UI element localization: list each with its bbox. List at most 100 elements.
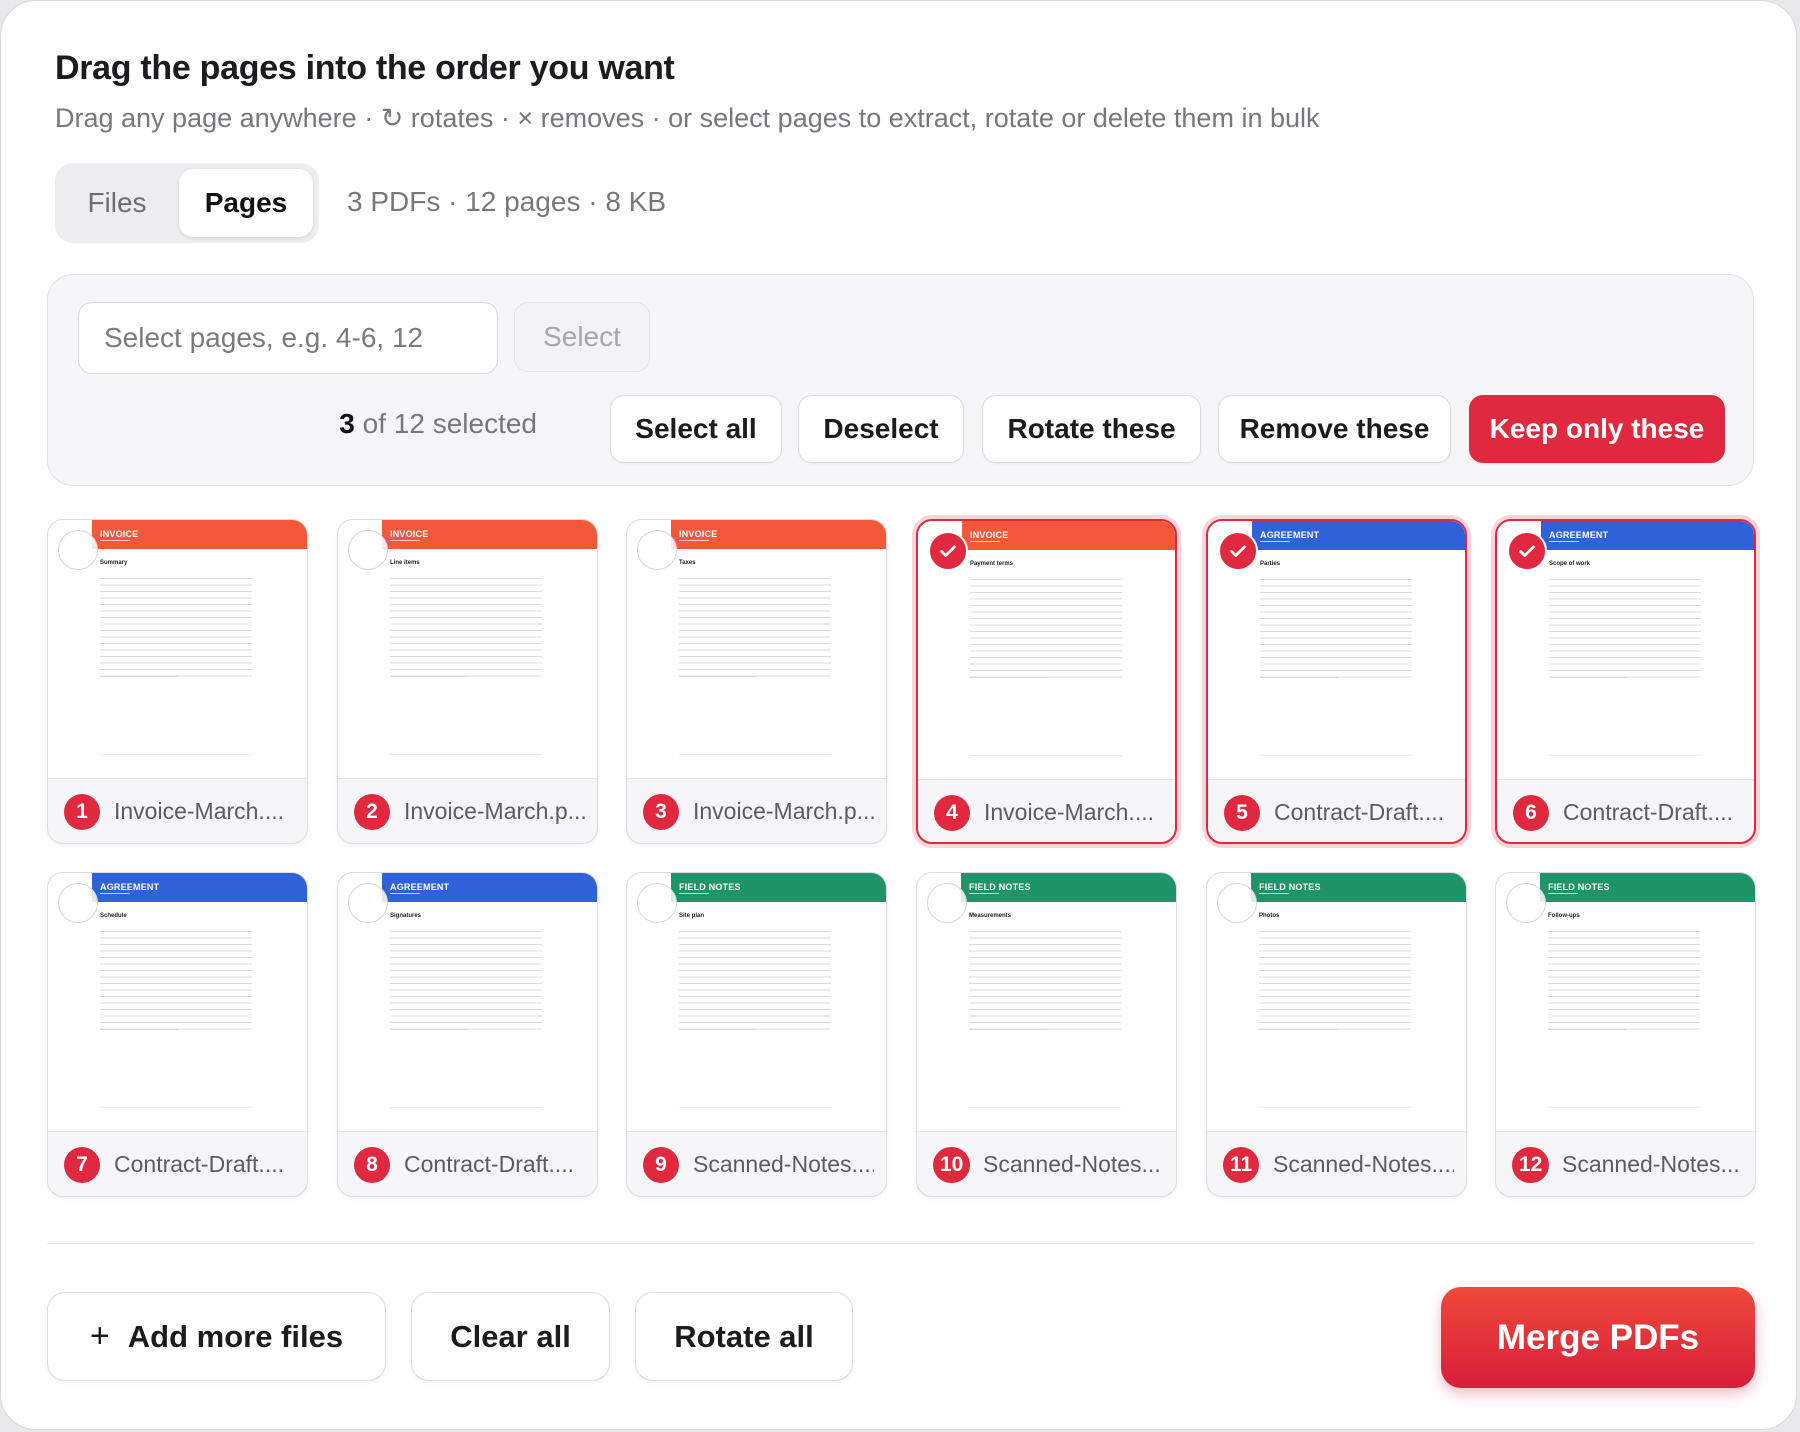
section-heading: Payment terms xyxy=(970,561,1014,567)
doc-type-label: FIELD NOTES xyxy=(679,882,741,892)
select-checkbox[interactable] xyxy=(637,883,677,923)
checkmark-icon xyxy=(1519,545,1535,557)
tab-pages[interactable]: Pages xyxy=(179,169,313,237)
source-filename: Invoice-March.p... xyxy=(693,798,874,824)
page-card[interactable]: INVOICE Payment terms 4 Invoice-March.... xyxy=(916,519,1177,844)
doc-subline xyxy=(390,893,420,894)
source-filename: Contract-Draft.... xyxy=(114,1151,284,1177)
source-filename: Scanned-Notes... xyxy=(1562,1151,1740,1177)
page-number-badge: 2 xyxy=(354,794,390,830)
page-number-badge: 12 xyxy=(1512,1147,1550,1183)
page-card[interactable]: INVOICE Taxes 3 Invoice-March.p... xyxy=(626,519,887,844)
section-heading: Schedule xyxy=(100,913,127,919)
page-range-input[interactable] xyxy=(78,302,498,374)
select-checkbox[interactable] xyxy=(348,530,388,570)
doc-subline xyxy=(679,540,709,541)
select-checkbox[interactable] xyxy=(58,883,98,923)
selected-suffix: of 12 selected xyxy=(354,408,537,439)
page-number-badge: 11 xyxy=(1223,1147,1260,1183)
text-line-short xyxy=(1549,677,1627,678)
page-info: 7 Contract-Draft.... xyxy=(48,1131,307,1196)
section-heading: Photos xyxy=(1259,913,1280,919)
doc-type-label: FIELD NOTES xyxy=(969,882,1031,892)
doc-type-label: INVOICE xyxy=(390,529,429,539)
section-heading: Parties xyxy=(1260,561,1281,567)
source-filename: Contract-Draft.... xyxy=(404,1151,574,1177)
doc-subline xyxy=(100,540,130,541)
text-line-short xyxy=(969,1029,1047,1030)
merge-pdfs-button[interactable]: Merge PDFs xyxy=(1441,1287,1755,1388)
select-checkbox[interactable] xyxy=(1506,883,1546,923)
selection-count: 3 of 12 selected xyxy=(339,408,537,440)
select-checkbox[interactable] xyxy=(1218,531,1258,571)
page-card[interactable]: FIELD NOTES Site plan 9 Scanned-Notes.... xyxy=(626,872,887,1197)
text-line-short xyxy=(970,677,1048,678)
page-card[interactable]: INVOICE Summary 1 Invoice-March.... xyxy=(47,519,308,844)
select-checkbox[interactable] xyxy=(1507,531,1547,571)
page-number-badge: 8 xyxy=(354,1147,390,1183)
select-range-button[interactable]: Select xyxy=(514,302,650,372)
select-checkbox[interactable] xyxy=(927,883,967,923)
doc-subline xyxy=(1549,541,1579,542)
page-card[interactable]: FIELD NOTES Measurements 10 Scanned-Notes..… xyxy=(916,872,1177,1197)
add-files-button[interactable]: + Add more files xyxy=(47,1292,386,1381)
text-lines xyxy=(390,578,542,682)
page-card[interactable]: AGREEMENT Parties 5 Contract-Draft.... xyxy=(1206,519,1467,844)
footer-divider xyxy=(47,1243,1755,1244)
text-lines xyxy=(1259,931,1411,1035)
deselect-button[interactable]: Deselect xyxy=(798,395,964,463)
add-files-label: Add more files xyxy=(127,1318,344,1354)
doc-type-label: INVOICE xyxy=(970,530,1009,540)
remove-selected-button[interactable]: Remove these xyxy=(1218,395,1451,463)
doc-subline xyxy=(100,893,130,894)
page-info: 8 Contract-Draft.... xyxy=(338,1131,597,1196)
source-filename: Contract-Draft.... xyxy=(1274,799,1444,825)
text-lines xyxy=(679,578,831,682)
doc-type-label: INVOICE xyxy=(679,529,718,539)
rotate-selected-button[interactable]: Rotate these xyxy=(982,395,1201,463)
doc-header-band: INVOICE xyxy=(671,520,886,549)
page-number-badge: 6 xyxy=(1513,795,1549,831)
source-filename: Invoice-March.p... xyxy=(404,798,585,824)
doc-header-band: INVOICE xyxy=(962,521,1175,550)
page-card[interactable]: FIELD NOTES Photos 11 Scanned-Notes.... xyxy=(1206,872,1467,1197)
select-checkbox[interactable] xyxy=(928,531,968,571)
select-checkbox[interactable] xyxy=(1217,883,1257,923)
text-lines xyxy=(390,931,542,1035)
page-info: 6 Contract-Draft.... xyxy=(1497,779,1754,842)
select-checkbox[interactable] xyxy=(637,530,677,570)
page-info: 2 Invoice-March.p... xyxy=(338,778,597,843)
page-info: 12 Scanned-Notes... xyxy=(1496,1131,1755,1196)
page-card[interactable]: INVOICE Line items 2 Invoice-March.p... xyxy=(337,519,598,844)
page-number-badge: 1 xyxy=(64,794,100,830)
doc-header-band: FIELD NOTES xyxy=(961,873,1176,902)
rotate-all-button[interactable]: Rotate all xyxy=(635,1292,853,1381)
page-number-badge: 3 xyxy=(643,794,679,830)
page-footer-line xyxy=(969,1107,1121,1108)
doc-header-band: AGREEMENT xyxy=(1541,521,1754,550)
page-footer-line xyxy=(100,1107,252,1108)
doc-subline xyxy=(1548,893,1578,894)
section-heading: Signatures xyxy=(390,913,422,919)
page-card[interactable]: AGREEMENT Signatures 8 Contract-Draft.... xyxy=(337,872,598,1197)
text-line-short xyxy=(1259,1029,1337,1030)
view-toggle: Files Pages xyxy=(55,163,319,243)
clear-all-button[interactable]: Clear all xyxy=(411,1292,610,1381)
select-all-button[interactable]: Select all xyxy=(610,395,782,463)
tab-files[interactable]: Files xyxy=(61,169,173,237)
select-checkbox[interactable] xyxy=(348,883,388,923)
page-card[interactable]: AGREEMENT Scope of work 6 Contract-Draft...… xyxy=(1495,519,1756,844)
instructions-text: Drag any page anywhere · ↻ rotates · × r… xyxy=(55,103,1320,133)
doc-type-label: AGREEMENT xyxy=(390,882,450,892)
page-card[interactable]: FIELD NOTES Follow-ups 12 Scanned-Notes... xyxy=(1495,872,1756,1197)
page-footer-line xyxy=(1259,1107,1411,1108)
text-line-short xyxy=(390,1029,468,1030)
checkmark-icon xyxy=(940,545,956,557)
section-heading: Taxes xyxy=(679,560,696,566)
page-card[interactable]: AGREEMENT Schedule 7 Contract-Draft.... xyxy=(47,872,308,1197)
page-footer-line xyxy=(1260,755,1412,756)
select-checkbox[interactable] xyxy=(58,530,98,570)
text-lines xyxy=(970,579,1122,683)
keep-selected-button[interactable]: Keep only these xyxy=(1469,395,1725,463)
doc-header-band: FIELD NOTES xyxy=(1251,873,1466,902)
